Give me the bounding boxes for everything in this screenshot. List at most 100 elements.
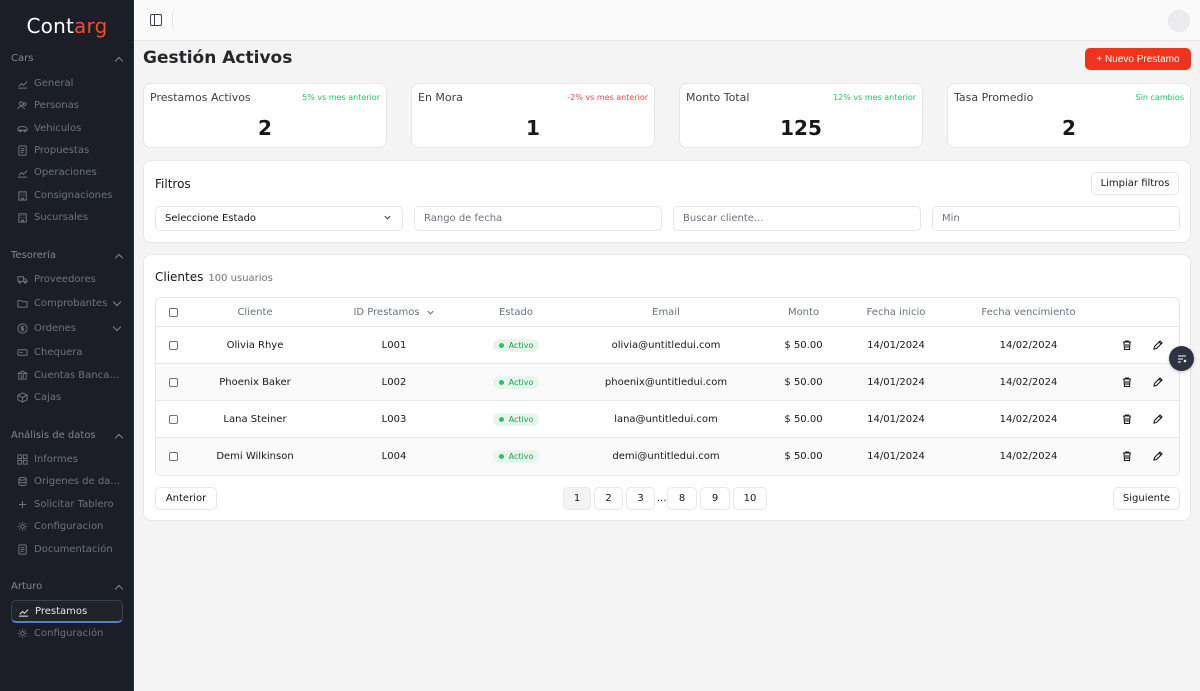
grid-icon xyxy=(17,453,28,465)
sidebar-item-configuracion[interactable]: Configuración xyxy=(11,623,123,643)
edit-pencil-icon[interactable] xyxy=(1152,376,1164,388)
col-email[interactable]: Email xyxy=(586,298,746,327)
row-checkbox[interactable] xyxy=(168,415,178,424)
pagination-ellipsis: ... xyxy=(657,493,667,504)
col-monto[interactable]: Monto xyxy=(766,298,841,327)
gear-icon xyxy=(17,628,28,639)
cell-estado: Activo xyxy=(461,364,571,401)
sidebar-toggle-icon[interactable] xyxy=(150,14,162,26)
stat-card-prestamos-activos: Prestamos Activos 5% vs mes anterior 2 xyxy=(143,83,387,148)
sidebar-item-label: Ordenes xyxy=(34,322,77,334)
status-text: Activo xyxy=(508,378,534,387)
sidebar-item-comprobantes[interactable]: Comprobantes xyxy=(11,293,123,313)
sidebar-item-operaciones[interactable]: Operaciones xyxy=(11,162,123,182)
min-field[interactable] xyxy=(932,206,1180,231)
cell-monto: $ 50.00 xyxy=(784,377,823,388)
date-range-field[interactable] xyxy=(414,206,662,231)
row-checkbox[interactable] xyxy=(168,378,178,387)
filter-list-icon[interactable] xyxy=(1169,346,1194,371)
cell-monto: $ 50.00 xyxy=(784,414,823,425)
col-id-prestamos[interactable]: ID Prestamos xyxy=(326,298,462,327)
select-all-checkbox[interactable] xyxy=(168,308,178,317)
cell-fecha-vencimiento: 14/02/2024 xyxy=(999,451,1058,462)
sidebar-item-prestamos[interactable]: Prestamos xyxy=(11,600,123,623)
cell-email: demi@untitledui.com xyxy=(612,451,720,462)
section-arturo[interactable]: Arturo xyxy=(11,581,123,592)
chevron-up-icon xyxy=(115,432,123,440)
table-row[interactable]: Lana Steiner L003 Activo lana@untitledui… xyxy=(156,401,1179,438)
sidebar-item-label: Solicitar Tablero xyxy=(34,498,114,510)
folder-icon xyxy=(17,298,28,309)
sidebar-item-solicitar-tablero[interactable]: Solicitar Tablero xyxy=(11,494,123,514)
table-row[interactable]: Demi Wilkinson L004 Activo demi@untitled… xyxy=(156,438,1179,475)
table-row[interactable]: Phoenix Baker L002 Activo phoenix@untitl… xyxy=(156,364,1179,401)
sidebar-item-cajas[interactable]: Cajas xyxy=(11,387,123,407)
page-button-3[interactable]: 3 xyxy=(626,487,655,510)
sidebar-item-configuracion-analisis[interactable]: Configuracion xyxy=(11,516,123,536)
sidebar-item-informes[interactable]: Informes xyxy=(11,449,123,469)
chart-icon xyxy=(17,167,28,178)
sidebar-item-consignaciones[interactable]: Consignaciones xyxy=(11,185,123,205)
edit-pencil-icon[interactable] xyxy=(1152,450,1164,462)
plus-icon xyxy=(17,499,28,510)
page-button-9[interactable]: 9 xyxy=(700,487,730,510)
filters-title: Filtros xyxy=(155,177,191,191)
sidebar-item-label: Documentación xyxy=(34,543,113,555)
edit-pencil-icon[interactable] xyxy=(1152,339,1164,351)
status-dot-icon xyxy=(498,454,504,459)
sidebar-item-ordenes[interactable]: Ordenes xyxy=(11,318,123,338)
cell-cliente: Olivia Rhye xyxy=(226,340,284,351)
sidebar-item-propuestas[interactable]: Propuestas xyxy=(11,140,123,160)
sidebar-item-proveedores[interactable]: Proveedores xyxy=(11,269,123,289)
col-fecha-vencimiento[interactable]: Fecha vencimiento xyxy=(966,298,1091,327)
section-analisis[interactable]: Análisis de datos xyxy=(11,430,123,441)
edit-pencil-icon[interactable] xyxy=(1152,413,1164,425)
table-row[interactable]: Olivia Rhye L001 Activo olivia@untitledu… xyxy=(156,327,1179,364)
building-icon xyxy=(17,190,28,201)
sidebar-item-general[interactable]: General xyxy=(11,73,123,93)
page-button-10[interactable]: 10 xyxy=(733,487,767,510)
col-fecha-inicio[interactable]: Fecha inicio xyxy=(846,298,946,327)
cell-id: L004 xyxy=(381,451,407,462)
sidebar-item-personas[interactable]: Personas xyxy=(11,95,123,115)
truck-icon xyxy=(17,274,28,285)
chart-icon xyxy=(18,606,29,617)
sidebar-item-sucursales[interactable]: Sucursales xyxy=(11,207,123,227)
sidebar-item-documentacion[interactable]: Documentación xyxy=(11,539,123,559)
sidebar-item-origenes[interactable]: Origenes de datos xyxy=(11,471,123,491)
trash-icon[interactable] xyxy=(1121,339,1133,351)
section-cars[interactable]: Cars xyxy=(11,53,123,64)
date-range-input[interactable] xyxy=(424,213,661,224)
next-page-button[interactable]: Siguiente xyxy=(1113,487,1180,510)
sidebar-item-vehiculos[interactable]: Vehiculos xyxy=(11,118,123,138)
trash-icon[interactable] xyxy=(1121,413,1133,425)
cell-id: L003 xyxy=(381,414,407,425)
col-estado[interactable]: Estado xyxy=(461,298,571,327)
search-client-field[interactable] xyxy=(673,206,921,231)
row-checkbox[interactable] xyxy=(168,341,178,350)
stat-delta: 5% vs mes anterior xyxy=(302,93,380,102)
page-button-2[interactable]: 2 xyxy=(594,487,623,510)
trash-icon[interactable] xyxy=(1121,376,1133,388)
min-input[interactable] xyxy=(942,213,1179,224)
estado-select-value: Seleccione Estado xyxy=(165,213,257,224)
status-badge: Activo xyxy=(492,339,540,352)
col-cliente[interactable]: Cliente xyxy=(200,298,310,327)
new-loan-button[interactable]: + Nuevo Prestamo xyxy=(1085,48,1191,70)
avatar[interactable] xyxy=(1168,10,1190,32)
row-checkbox[interactable] xyxy=(168,452,178,461)
brand-logo[interactable]: Contarg xyxy=(0,14,134,38)
page-button-1[interactable]: 1 xyxy=(563,487,591,510)
sidebar-item-chequera[interactable]: Chequera xyxy=(11,342,123,362)
chevron-up-icon xyxy=(115,55,123,63)
section-tesoreria[interactable]: Tesorería xyxy=(11,250,123,261)
prev-page-button[interactable]: Anterior xyxy=(155,487,217,510)
cell-cliente: Lana Steiner xyxy=(223,414,287,425)
estado-select[interactable]: Seleccione Estado xyxy=(155,206,403,231)
page-button-8[interactable]: 8 xyxy=(667,487,697,510)
trash-icon[interactable] xyxy=(1121,450,1133,462)
clear-filters-button[interactable]: Limpiar filtros xyxy=(1091,172,1179,195)
status-text: Activo xyxy=(508,415,534,424)
sidebar-item-cuentas-bancarias[interactable]: Cuentas Bancari... xyxy=(11,365,123,385)
search-client-input[interactable] xyxy=(683,213,920,224)
